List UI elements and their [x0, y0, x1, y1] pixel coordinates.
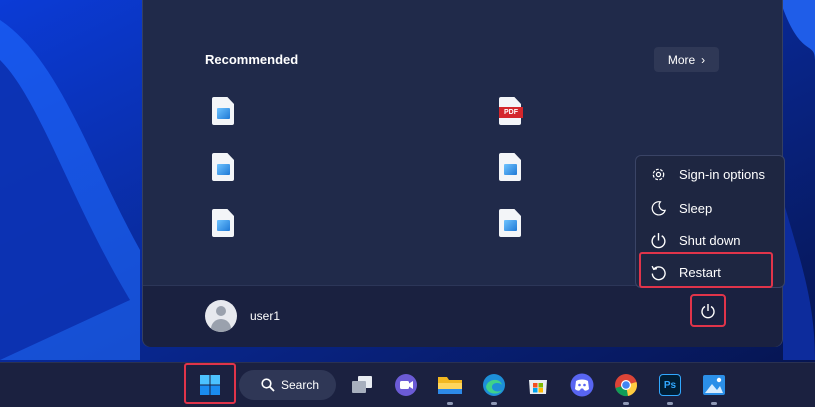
chevron-right-icon: › [701, 52, 706, 67]
photoshop-button[interactable]: Ps [655, 370, 685, 400]
discord-button[interactable] [567, 370, 597, 400]
folder-icon [438, 377, 462, 394]
edge-icon [483, 374, 505, 396]
power-button[interactable] [690, 294, 726, 327]
edge-button[interactable] [479, 370, 509, 400]
store-icon [529, 380, 547, 394]
task-view-button[interactable] [347, 370, 377, 400]
gear-icon [649, 165, 667, 183]
power-icon [649, 231, 667, 249]
discord-icon [570, 373, 594, 397]
recommended-item[interactable] [499, 209, 523, 239]
windows-logo-icon [200, 375, 220, 395]
recommended-item[interactable] [212, 97, 236, 127]
teams-meet-button[interactable] [391, 370, 421, 400]
more-label: More [667, 52, 696, 67]
recommended-item[interactable]: PDF [499, 97, 523, 127]
task-view-icon [352, 376, 372, 393]
avatar[interactable] [205, 300, 237, 332]
user-name[interactable]: user1 [250, 309, 280, 323]
pdf-badge: PDF [499, 107, 523, 118]
photos-icon [703, 375, 725, 395]
start-menu-footer: user1 [143, 285, 782, 347]
microsoft-store-button[interactable] [523, 370, 553, 400]
start-button[interactable] [195, 370, 225, 400]
taskbar-search[interactable]: Search [239, 370, 336, 400]
recommended-title: Recommended [205, 52, 299, 67]
shut-down-label: Shut down [679, 232, 741, 248]
file-explorer-button[interactable] [435, 370, 465, 400]
search-icon [261, 378, 275, 392]
restart-highlight [639, 252, 773, 288]
photos-button[interactable] [699, 370, 729, 400]
chrome-icon [615, 374, 637, 397]
more-button[interactable]: More › [654, 47, 719, 72]
sign-in-options-label: Sign-in options [679, 166, 765, 182]
sign-in-options-item[interactable]: Sign-in options [636, 159, 784, 189]
power-icon [701, 303, 715, 318]
photoshop-label: Ps [663, 379, 677, 391]
sleep-item[interactable]: Sleep [636, 193, 784, 223]
shut-down-item[interactable]: Shut down [636, 225, 784, 255]
moon-icon [649, 199, 667, 217]
sleep-label: Sleep [679, 200, 713, 216]
recommended-item[interactable] [212, 153, 236, 183]
recommended-item[interactable] [499, 153, 523, 183]
taskbar: Search Ps [0, 362, 815, 407]
chrome-button[interactable] [611, 370, 641, 400]
video-call-icon [395, 374, 417, 396]
photoshop-icon: Ps [659, 374, 681, 396]
recommended-item[interactable] [212, 209, 236, 239]
search-label: Search [281, 378, 320, 392]
